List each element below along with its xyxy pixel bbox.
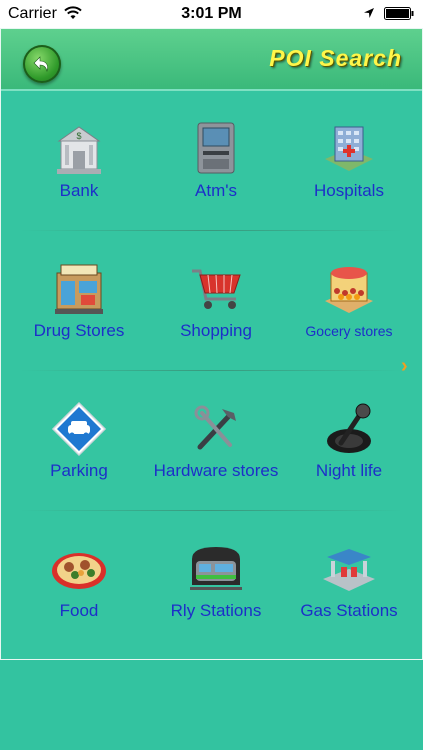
category-rly-stations[interactable]: Rly Stations [146,511,286,651]
atm-icon [197,122,235,174]
bank-icon: $ [57,126,101,174]
category-label: Bank [59,181,99,200]
gas-station-icon [323,549,375,591]
status-bar: Carrier 3:01 PM [0,0,423,28]
category-grocery-stores[interactable]: Gocery stores [279,231,419,371]
category-gas-stations[interactable]: Gas Stations [279,511,419,651]
hospital-icon [325,126,373,171]
category-label: Parking [50,461,108,480]
category-row: Parking Hardware stores Night life [1,371,422,511]
category-food[interactable]: Food [9,511,149,651]
category-label: Gocery stores [305,323,393,339]
parking-sign-icon [51,401,107,457]
category-hospitals[interactable]: Hospitals [279,91,419,231]
poi-panel: POI Search $ Bank Atm's Hospitals Drug S… [0,28,423,660]
category-label: Shopping [180,321,252,340]
page-title: POI Search [269,45,402,71]
category-label: Hardware stores [153,461,279,480]
svg-text:$: $ [76,131,81,141]
category-label: Rly Stations [170,601,262,620]
category-atm[interactable]: Atm's [146,91,286,231]
hardware-tools-icon [194,405,236,450]
location-arrow-icon [364,8,374,18]
category-hardware-stores[interactable]: Hardware stores [146,371,286,511]
header-bar: POI Search [1,29,422,91]
microphone-icon [327,403,371,453]
chevron-right-icon[interactable]: › [401,355,408,378]
category-label: Gas Stations [300,601,398,620]
category-label: Atm's [195,181,237,200]
category-label: Food [59,601,99,620]
category-label: Night life [315,461,383,480]
category-label: Drug Stores [33,321,125,340]
drug-store-icon [55,264,103,314]
category-row: Food Rly Stations Gas Stations [1,511,422,651]
category-row: Drug Stores Shopping Gocery stores [1,231,422,371]
category-row: $ Bank Atm's Hospitals [1,91,422,231]
train-icon [190,547,242,590]
category-night-life[interactable]: Night life [279,371,419,511]
category-drug-stores[interactable]: Drug Stores [9,231,149,371]
grocery-store-icon [325,267,373,313]
shopping-cart-icon [192,269,241,309]
category-label: Hospitals [314,181,384,200]
back-button[interactable] [23,45,61,83]
category-parking[interactable]: Parking [9,371,149,511]
food-platter-icon [52,553,106,589]
category-shopping[interactable]: Shopping [146,231,286,371]
category-bank[interactable]: $ Bank [9,91,149,231]
back-arrow-icon [33,56,48,73]
battery-icon [384,7,414,20]
category-grid: $ Bank Atm's Hospitals Drug Stores Shopp… [1,91,422,651]
clock: 3:01 PM [181,5,242,22]
